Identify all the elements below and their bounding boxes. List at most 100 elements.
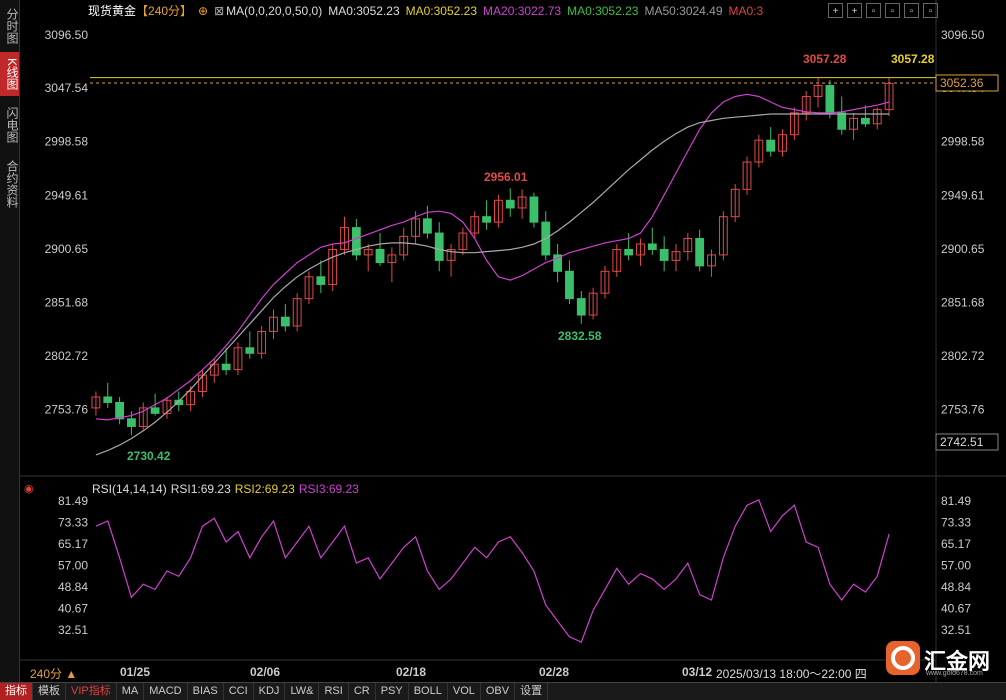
ma-params: MA(0,0,20,0,50,0)	[226, 4, 323, 18]
current-price-label: 3052.36	[940, 76, 984, 90]
tab-item-15[interactable]: 设置	[515, 683, 549, 700]
rsi-tick-label-left: 32.51	[58, 623, 88, 637]
candle-body	[505, 199, 515, 209]
tab-cr[interactable]: CR	[349, 683, 376, 700]
rsi-tick-label-left: 65.17	[58, 537, 88, 551]
rsi-tick-label-left: 73.33	[58, 516, 88, 530]
annotation-high-mid: 3057.28	[803, 52, 847, 66]
logo-icon	[886, 641, 920, 675]
tab-bias[interactable]: BIAS	[188, 683, 224, 700]
price-tick-label: 2753.76	[941, 402, 985, 416]
candle-body	[280, 316, 290, 327]
ma-item-1: MA0:3052.23	[405, 4, 478, 18]
rsi1-value: RSI1:69.23	[170, 482, 231, 496]
date-tick-label: 02/18	[396, 665, 426, 679]
rsi-header: RSI(14,14,14) RSI1:69.23 RSI2:69.23 RSI3:69…	[92, 482, 363, 496]
rsi-tick-label-left: 81.49	[58, 494, 88, 508]
rsi-tick-label: 73.33	[941, 516, 971, 530]
rsi3-value: RSI3:69.23	[298, 482, 359, 496]
ma50-line	[95, 113, 890, 456]
layout-button-3[interactable]: ▫	[904, 3, 919, 18]
tab-kdj[interactable]: KDJ	[254, 683, 286, 700]
period-switch-icon[interactable]: ⊕	[198, 4, 208, 18]
ma-icon[interactable]: ⊠	[214, 4, 224, 18]
candle-body	[115, 401, 125, 420]
brand-logo: 汇金网 www.gold678.com	[886, 641, 1006, 681]
candle-body	[422, 218, 432, 234]
price-tick-label: 2802.72	[941, 349, 985, 363]
ma-values: MA0:3052.23 MA0:3052.23 MA20:3022.73 MA0:30…	[328, 4, 769, 18]
date-tick-label: 03/12	[682, 665, 712, 679]
candle-body	[529, 196, 539, 223]
period-indicator[interactable]: 【240分】	[136, 4, 192, 18]
tab-vip[interactable]: VIP指标	[66, 683, 117, 700]
candle-body	[659, 248, 669, 261]
indicator-tab-bar: 指标 模板 VIP指标 MA MACD BIAS CCI KDJ LW& RSI CR PSY BOLL…	[0, 682, 1006, 700]
price-tick-label-left: 3047.54	[45, 81, 89, 95]
rsi-tick-label: 81.49	[941, 494, 971, 508]
candle-body	[375, 248, 385, 264]
tab-boll[interactable]: BOLL	[409, 683, 448, 700]
price-tick-label: 2998.58	[941, 135, 985, 149]
tab-ma[interactable]: MA	[117, 683, 145, 700]
tab-cci[interactable]: CCI	[224, 683, 254, 700]
candle-body	[482, 216, 491, 223]
add-button[interactable]: +	[847, 3, 862, 18]
price-tick-label-left: 2753.76	[45, 402, 89, 416]
logo-url: www.gold678.com	[926, 670, 983, 677]
tab-rsi[interactable]: RSI	[319, 683, 349, 700]
tab-indicator[interactable]: 指标	[0, 683, 33, 700]
price-tick-label: 2949.61	[941, 188, 985, 202]
annotation-low-jan: 2730.42	[127, 449, 171, 463]
price-tick-label-left: 2802.72	[45, 349, 89, 363]
chart-header: 现货黄金【240分】 ⊕ ⊠ MA(0,0,20,0,50,0) MA0:3052.23…	[88, 2, 775, 18]
ma-item-4: MA50:3024.49	[644, 4, 723, 18]
low-price-label: 2742.51	[940, 435, 984, 449]
price-tick-label: 2851.68	[941, 295, 985, 309]
candle-body	[825, 85, 835, 114]
rsi-tick-label-left: 48.84	[58, 580, 88, 594]
price-tick-label-left: 2998.58	[45, 135, 89, 149]
price-tick-label: 2900.65	[941, 242, 985, 256]
candle-body	[647, 243, 657, 250]
rsi-title: RSI(14,14,14)	[92, 482, 167, 496]
price-tick-label-left: 2851.68	[45, 295, 89, 309]
rsi-tick-label-left: 57.00	[58, 559, 88, 573]
tab-obv[interactable]: OBV	[481, 683, 516, 700]
tab-template[interactable]: 模板	[33, 683, 66, 700]
zoom-in-button[interactable]: +	[828, 3, 843, 18]
candle-body	[837, 112, 847, 130]
rsi-tick-label: 32.51	[941, 623, 971, 637]
rsi-tick-label: 40.67	[941, 602, 971, 616]
layout-button-1[interactable]: ▫	[866, 3, 881, 18]
layout-button-2[interactable]: ▫	[885, 3, 900, 18]
date-tick-label: 02/06	[250, 665, 280, 679]
price-tick-label-left: 3096.50	[45, 28, 89, 42]
period-label[interactable]: 240分 ▲	[30, 665, 77, 682]
layout-button-4[interactable]: ▫	[923, 3, 938, 18]
ma-item-2: MA20:3022.73	[483, 4, 562, 18]
rsi-settings-icon[interactable]: ◉	[24, 482, 34, 495]
candle-body	[695, 238, 705, 267]
candle-body	[245, 347, 255, 354]
tab-lw[interactable]: LW&	[285, 683, 320, 700]
candle-body	[860, 117, 870, 125]
tab-macd[interactable]: MACD	[144, 683, 188, 700]
candle-body	[316, 276, 326, 285]
candle-body	[221, 363, 231, 371]
symbol-name[interactable]: 现货黄金	[88, 4, 136, 18]
candle-body	[565, 270, 574, 300]
candle-body	[624, 248, 634, 256]
date-tick-label: 02/28	[539, 665, 569, 679]
chart-canvas[interactable]: 3096.503096.503047.543047.542998.582998.…	[0, 0, 1006, 682]
rsi-tick-label-left: 40.67	[58, 602, 88, 616]
tab-psy[interactable]: PSY	[376, 683, 409, 700]
price-tick-label-left: 2900.65	[45, 242, 89, 256]
crosshair-datetime: 2025/03/13 18:00～22:00 四	[716, 667, 867, 681]
tab-vol[interactable]: VOL	[448, 683, 481, 700]
price-tick-label-left: 2949.61	[45, 188, 89, 202]
candle-body	[127, 418, 136, 427]
annotation-peak: 2956.01	[484, 170, 528, 184]
rsi-line	[95, 499, 890, 643]
candlestick-series	[91, 77, 894, 436]
